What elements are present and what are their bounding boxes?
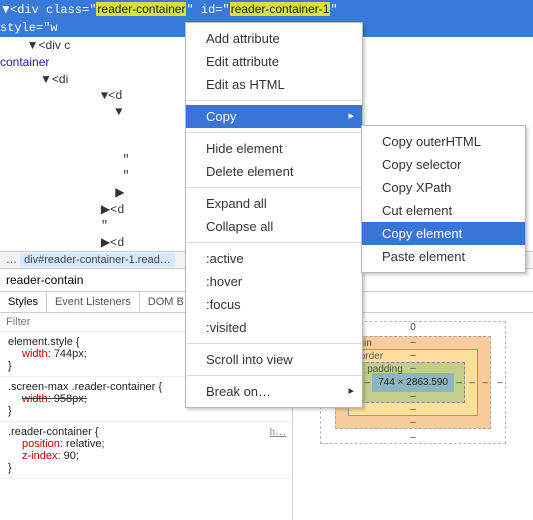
menu-edit-as-html[interactable]: Edit as HTML [186, 73, 362, 96]
tab-event-listeners[interactable]: Event Listeners [47, 292, 140, 312]
menu-pseudo-visited[interactable]: :visited [186, 316, 362, 339]
selected-element-row[interactable]: ▼<div class="reader-container" id="reade… [0, 0, 533, 19]
menu-separator [186, 132, 362, 133]
class-attr-highlight: reader-container [96, 2, 186, 16]
menu-separator [186, 100, 362, 101]
submenu-copy-element[interactable]: Copy element [362, 222, 525, 245]
menu-break-on[interactable]: Break on… [186, 380, 362, 403]
menu-scroll-into-view[interactable]: Scroll into view [186, 348, 362, 371]
menu-copy[interactable]: Copy [186, 105, 362, 128]
rule-selector: .screen-max .reader-container [8, 381, 155, 393]
id-attr-highlight: reader-container-1 [230, 2, 331, 16]
box-content-size: 744 × 2863.590 [372, 373, 454, 392]
menu-pseudo-active[interactable]: :active [186, 247, 362, 270]
submenu-paste-element[interactable]: Paste element [362, 245, 525, 268]
source-link[interactable]: h… [270, 426, 287, 438]
tab-styles[interactable]: Styles [0, 292, 47, 312]
context-menu: Add attribute Edit attribute Edit as HTM… [185, 22, 363, 408]
menu-delete-element[interactable]: Delete element [186, 160, 362, 183]
menu-expand-all[interactable]: Expand all [186, 192, 362, 215]
box-border: border – – – – padding – – – – 744 × 286… [348, 349, 478, 416]
menu-separator [186, 187, 362, 188]
breadcrumb-selected[interactable]: div#reader-container-1.read… [20, 253, 175, 267]
menu-edit-attribute[interactable]: Edit attribute [186, 50, 362, 73]
menu-hide-element[interactable]: Hide element [186, 137, 362, 160]
rule-selector: .reader-container [8, 426, 92, 438]
context-submenu-copy: Copy outerHTML Copy selector Copy XPath … [361, 125, 526, 273]
style-rule[interactable]: h… .reader-container { position: relativ… [0, 422, 292, 479]
menu-collapse-all[interactable]: Collapse all [186, 215, 362, 238]
menu-separator [186, 343, 362, 344]
menu-separator [186, 375, 362, 376]
menu-separator [186, 242, 362, 243]
box-padding: padding – – – – 744 × 2863.590 [361, 362, 465, 403]
menu-pseudo-focus[interactable]: :focus [186, 293, 362, 316]
menu-add-attribute[interactable]: Add attribute [186, 27, 362, 50]
rule-selector: element.style [8, 336, 73, 348]
menu-pseudo-hover[interactable]: :hover [186, 270, 362, 293]
submenu-copy-outerhtml[interactable]: Copy outerHTML [362, 130, 525, 153]
submenu-copy-xpath[interactable]: Copy XPath [362, 176, 525, 199]
submenu-cut-element[interactable]: Cut element [362, 199, 525, 222]
submenu-copy-selector[interactable]: Copy selector [362, 153, 525, 176]
